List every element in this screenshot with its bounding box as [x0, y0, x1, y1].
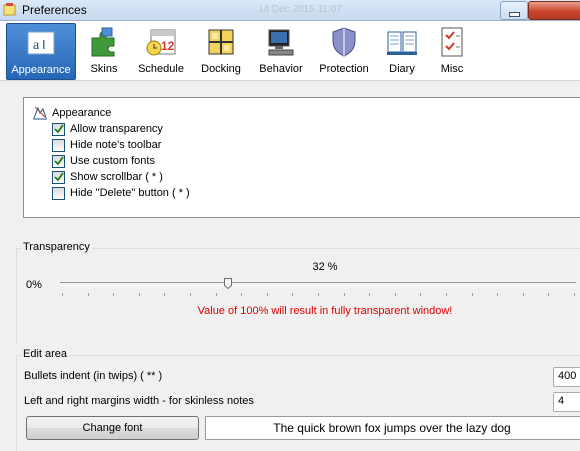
transparency-slider-track[interactable]	[60, 282, 576, 286]
bullets-indent-input[interactable]: 400	[553, 367, 580, 387]
slider-tick	[87, 293, 89, 296]
change-font-button[interactable]: Change font	[26, 416, 199, 440]
app-note-icon	[3, 3, 16, 16]
shield-icon	[332, 27, 356, 57]
margins-width-input[interactable]: 4	[553, 392, 580, 412]
font-preview-text: The quick brown fox jumps over the lazy …	[273, 421, 511, 435]
tab-appearance[interactable]: a I Appearance	[6, 23, 76, 80]
slider-tick	[471, 293, 473, 296]
close-button[interactable]	[528, 1, 580, 20]
checkmark-icon	[54, 124, 64, 134]
docking-icon	[208, 29, 234, 55]
margins-width-label: Left and right margins width - for skinl…	[24, 395, 254, 407]
transparency-warning: Value of 100% will result in fully trans…	[197, 305, 453, 317]
edit-area-legend: Edit area	[21, 348, 70, 360]
option-label: Allow transparency	[70, 123, 163, 135]
bullets-indent-label: Bullets indent (in twips) ( ** )	[24, 370, 163, 382]
svg-text:12: 12	[161, 39, 175, 53]
tab-label: Diary	[389, 63, 415, 75]
bullets-indent-value: 400	[558, 370, 577, 382]
calendar-clock-icon: 12	[146, 29, 176, 56]
checkbox[interactable]	[52, 171, 65, 184]
slider-tick	[574, 293, 575, 296]
tab-docking[interactable]: Docking	[196, 23, 246, 78]
book-icon	[387, 31, 417, 55]
appearance-tree-icon	[33, 106, 47, 120]
checklist-icon	[441, 27, 463, 57]
font-preview: The quick brown fox jumps over the lazy …	[205, 416, 580, 440]
slider-tick	[318, 293, 319, 296]
tab-misc[interactable]: Misc	[430, 23, 474, 78]
option-label: Hide note's toolbar	[70, 139, 162, 151]
checkbox[interactable]	[52, 123, 65, 136]
svg-text:a: a	[33, 38, 40, 53]
slider-tick	[113, 293, 115, 296]
slider-tick	[548, 293, 550, 296]
slider-tick	[446, 293, 447, 296]
slider-tick	[420, 293, 422, 296]
preferences-toolbar: a I Appearance Skins 12 Schedule Docking	[0, 21, 580, 81]
tab-behavior[interactable]: Behavior	[254, 23, 308, 78]
appearance-icon: a I	[27, 31, 55, 55]
checkmark-icon	[54, 172, 64, 182]
transparency-value: 32 %	[312, 261, 338, 273]
appearance-options-tree: Appearance Allow transparency Hide note'…	[23, 97, 580, 218]
slider-tick	[62, 293, 63, 296]
checkmark-icon	[54, 156, 64, 166]
tab-skins[interactable]: Skins	[80, 23, 128, 78]
tab-protection[interactable]: Protection	[316, 23, 372, 78]
transparency-slider-thumb[interactable]	[224, 278, 232, 289]
slider-tick	[292, 293, 294, 296]
slider-tick	[522, 293, 524, 296]
option-label: Use custom fonts	[70, 155, 155, 167]
checkbox[interactable]	[52, 139, 65, 152]
tab-label: Behavior	[259, 63, 303, 75]
window-title: Preferences	[22, 3, 87, 17]
transparency-min-label: 0%	[26, 279, 42, 291]
option-label: Show scrollbar ( * )	[70, 171, 163, 183]
slider-tick	[497, 293, 499, 296]
margins-width-value: 4	[558, 395, 565, 407]
tab-diary[interactable]: Diary	[380, 23, 424, 78]
title-bar: Preferences 14 Dec 2015 11:07	[0, 0, 580, 21]
tab-label: Protection	[319, 63, 369, 75]
slider-tick	[394, 293, 396, 296]
computer-icon	[268, 29, 294, 56]
minimize-button[interactable]	[500, 1, 528, 20]
svg-text:I: I	[42, 37, 46, 52]
tree-root-label: Appearance	[52, 107, 112, 119]
ghost-date: 14 Dec 2015 11:07	[258, 4, 342, 15]
slider-tick	[266, 293, 268, 296]
tab-label: Appearance	[11, 64, 71, 76]
slider-tick	[164, 293, 166, 296]
slider-tick	[215, 293, 217, 296]
checkbox[interactable]	[52, 155, 65, 168]
tab-label: Skins	[90, 63, 118, 75]
transparency-legend: Transparency	[21, 241, 92, 253]
tab-schedule[interactable]: 12 Schedule	[134, 23, 188, 78]
tab-label: Schedule	[138, 63, 184, 75]
checkbox[interactable]	[52, 187, 65, 200]
tab-label: Misc	[440, 63, 464, 75]
slider-tick	[343, 293, 345, 296]
slider-tick	[369, 293, 371, 296]
slider-tick	[241, 293, 243, 296]
slider-tick	[138, 293, 140, 296]
tab-label: Docking	[201, 63, 241, 75]
slider-tick	[190, 293, 191, 296]
puzzle-icon	[91, 27, 115, 57]
option-label: Hide "Delete" button ( * )	[70, 187, 190, 199]
